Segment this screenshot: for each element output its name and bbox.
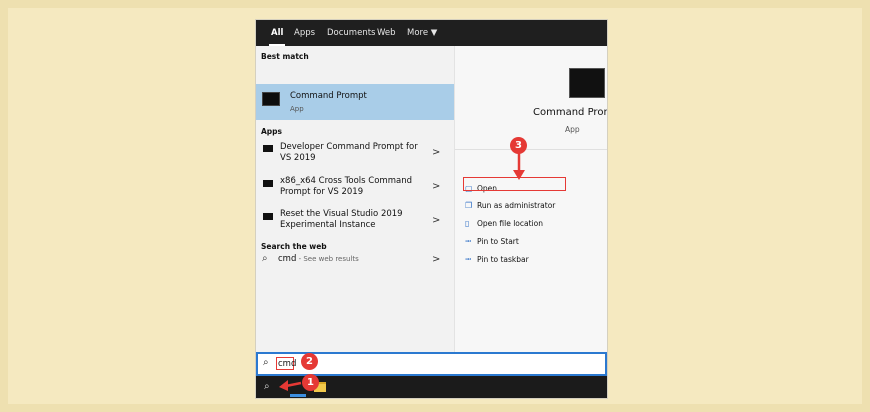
section-apps: Apps <box>261 127 283 136</box>
active-app-indicator <box>290 394 306 397</box>
app-item-reset-vs[interactable]: Reset the Visual Studio 2019 Experimenta… <box>256 205 454 239</box>
action-label: Open file location <box>477 219 543 228</box>
start-menu: All Apps Documents Web More ▼ Best match… <box>256 20 607 398</box>
search-filter-bar: All Apps Documents Web More ▼ <box>256 20 607 46</box>
chevron-right-icon[interactable]: > <box>432 254 440 265</box>
run-as-admin-highlight <box>463 177 566 191</box>
tab-web[interactable]: Web <box>377 20 396 46</box>
app-item-title: x86_x64 Cross Tools Command Prompt for V… <box>280 176 412 197</box>
tab-all[interactable]: All <box>268 20 286 46</box>
action-label: Pin to taskbar <box>477 255 529 264</box>
search-icon: ⌕ <box>263 357 269 368</box>
app-item-cross-tools[interactable]: x86_x64 Cross Tools Command Prompt for V… <box>256 174 454 208</box>
best-match-title: Command Prompt <box>290 91 367 101</box>
search-input[interactable]: cmd <box>276 357 296 370</box>
admin-shield-icon: ❐ <box>465 201 473 210</box>
app-item-title: Developer Command Prompt for VS 2019 <box>280 142 418 163</box>
tab-documents[interactable]: Documents <box>327 20 375 46</box>
command-prompt-icon <box>263 93 279 105</box>
action-run-as-administrator[interactable]: ❐ Run as administrator <box>465 200 555 212</box>
web-suffix: - See web results <box>296 255 359 263</box>
console-app-icon <box>263 145 273 152</box>
file-location-icon: ▯ <box>465 219 470 228</box>
best-match-subtitle: App <box>290 105 304 113</box>
divider <box>455 149 607 150</box>
tab-more[interactable]: More ▼ <box>407 20 437 46</box>
app-item-developer-prompt[interactable]: Developer Command Prompt for VS 2019 > <box>256 138 454 172</box>
pin-icon: ⭲ <box>465 237 472 246</box>
action-pin-to-start[interactable]: ⭲ Pin to Start <box>465 236 519 248</box>
section-search-web: Search the web <box>261 242 327 251</box>
app-item-title: Reset the Visual Studio 2019 Experimenta… <box>280 209 403 230</box>
results-pane: Best match Command Prompt App Apps Devel… <box>256 46 454 372</box>
chevron-right-icon[interactable]: > <box>432 215 440 226</box>
action-label: Pin to Start <box>477 237 519 246</box>
preview-pane: Command Prom App ▢ Open ❐ Run as administr… <box>454 46 607 372</box>
web-query: cmd <box>278 254 297 264</box>
step-badge-3: 3 <box>510 137 527 154</box>
console-app-icon <box>263 180 273 187</box>
pin-icon: ⭲ <box>465 255 472 264</box>
preview-title: Command Prom <box>533 107 607 118</box>
best-match-item[interactable]: Command Prompt App <box>256 84 454 120</box>
action-label: Run as administrator <box>477 201 556 210</box>
tab-apps[interactable]: Apps <box>294 20 315 46</box>
section-best-match: Best match <box>261 52 309 61</box>
action-pin-to-taskbar[interactable]: ⭲ Pin to taskbar <box>465 254 529 266</box>
taskbar-search-icon[interactable]: ⌕ <box>264 381 270 392</box>
step-badge-2: 2 <box>301 353 318 370</box>
chevron-right-icon[interactable]: > <box>432 147 440 158</box>
step-badge-1: 1 <box>302 374 319 391</box>
chevron-right-icon[interactable]: > <box>432 181 440 192</box>
preview-subtitle: App <box>565 125 580 134</box>
command-prompt-preview-icon <box>570 69 604 97</box>
search-icon: ⌕ <box>262 253 268 264</box>
console-app-icon <box>263 213 273 220</box>
action-open-file-location[interactable]: ▯ Open file location <box>465 218 543 230</box>
web-result-item[interactable]: ⌕ cmd - See web results > <box>256 252 454 270</box>
web-result-text: cmd - See web results <box>278 254 359 264</box>
